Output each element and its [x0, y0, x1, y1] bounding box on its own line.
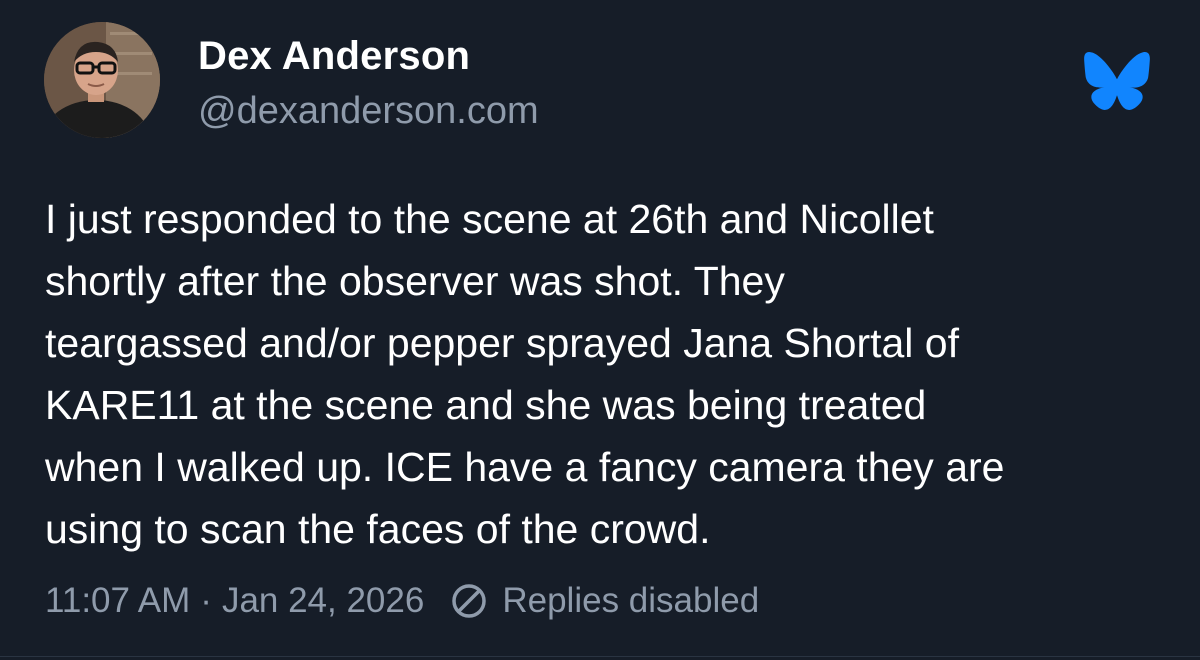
post-meta: 11:07 AM · Jan 24, 2026 Replies disabled: [45, 578, 759, 624]
post-card: Dex Anderson @dexanderson.com I just res…: [0, 0, 1200, 660]
author-display-name[interactable]: Dex Anderson: [198, 34, 470, 79]
avatar[interactable]: [44, 22, 160, 138]
no-entry-icon: [450, 582, 488, 620]
author-handle[interactable]: @dexanderson.com: [198, 90, 539, 133]
post-time[interactable]: 11:07 AM: [45, 581, 190, 621]
avatar-photo: [44, 22, 160, 138]
meta-separator: ·: [200, 581, 212, 620]
post-text: I just responded to the scene at 26th an…: [45, 196, 1005, 552]
bluesky-butterfly-icon[interactable]: [1083, 50, 1151, 112]
replies-status: Replies disabled: [502, 581, 760, 620]
post-date[interactable]: Jan 24, 2026: [222, 581, 424, 621]
divider: [0, 656, 1200, 657]
